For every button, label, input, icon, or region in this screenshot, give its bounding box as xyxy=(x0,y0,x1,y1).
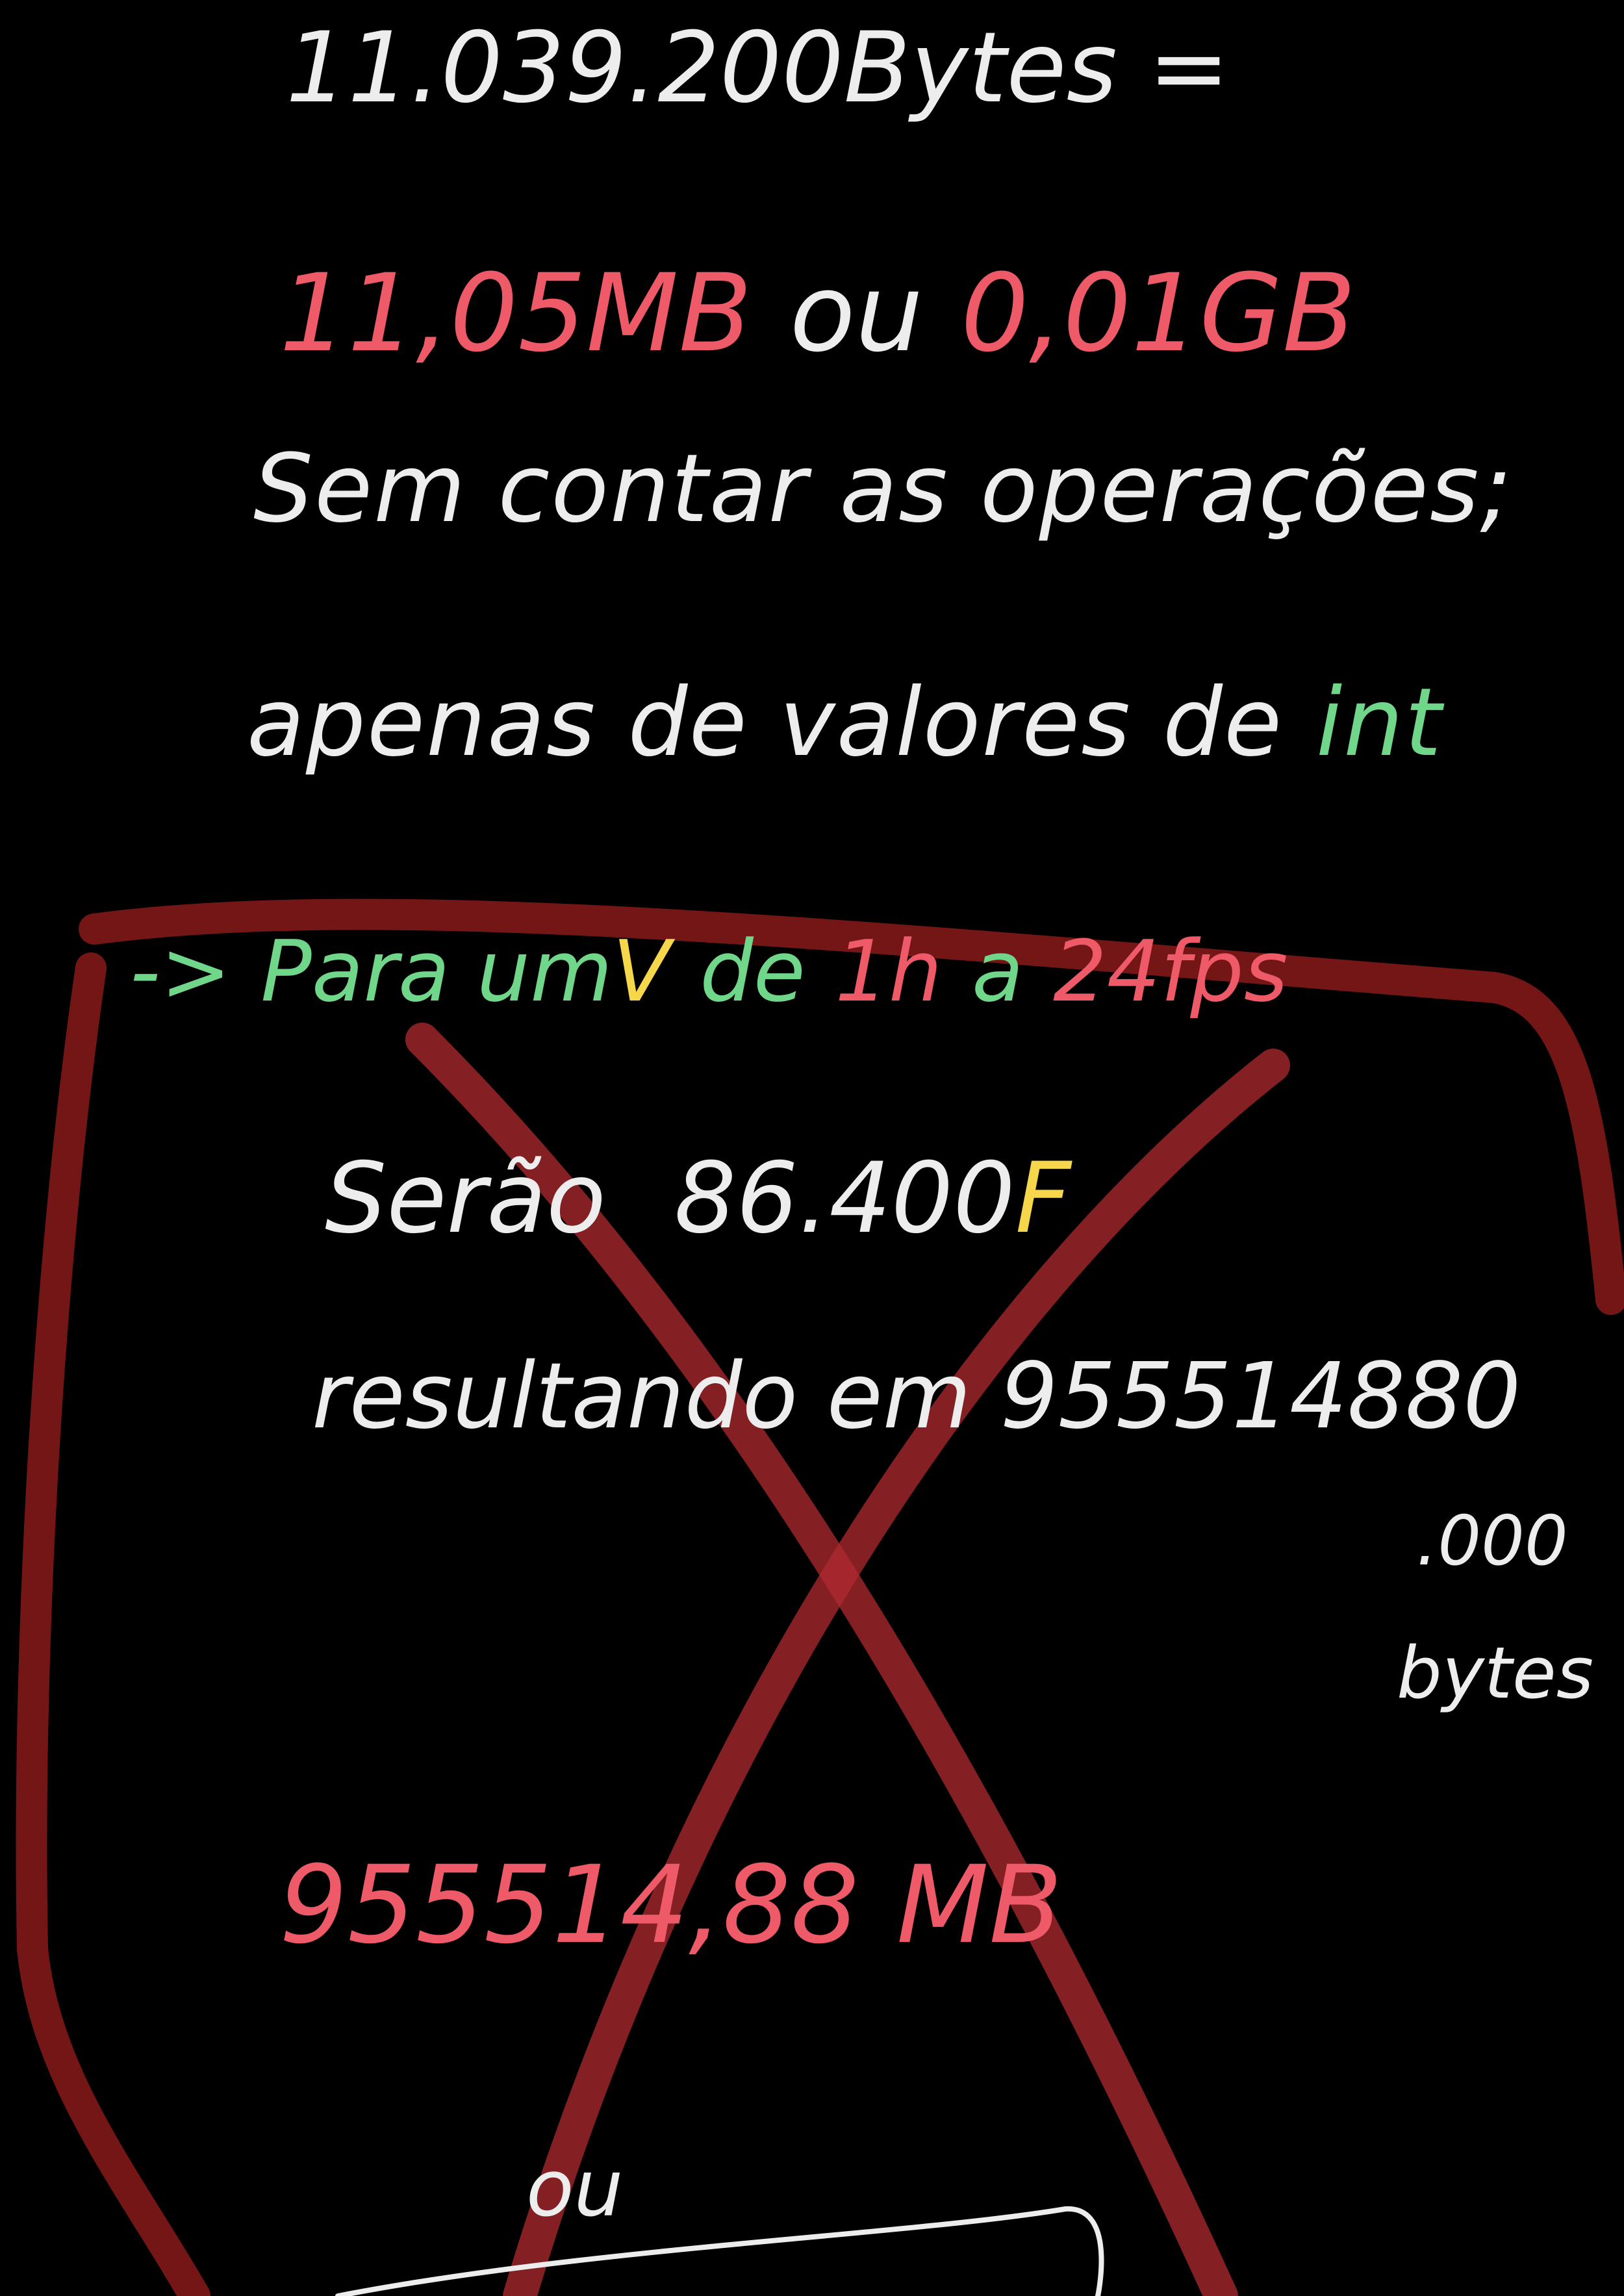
framerate-text: 24fps xyxy=(1053,922,1288,1021)
size-in-gb: 0,01GB xyxy=(960,251,1356,376)
a-text: a xyxy=(971,922,1024,1021)
handwritten-note-canvas: 11.039.200Bytes = 11,05MB ou 0,01GB Sem co… xyxy=(0,0,1624,2296)
int-values-text: apenas de valores de xyxy=(247,668,1284,778)
result-bytes-suffix: .000 xyxy=(1416,1501,1568,1581)
int-keyword: int xyxy=(1315,668,1443,778)
result-mb-line: 955514,88 MB xyxy=(279,1852,1063,1959)
video-letter: V xyxy=(612,922,670,1021)
without-operations-line: Sem contar as operações; xyxy=(253,434,1514,544)
de-text: de xyxy=(700,922,806,1021)
total-bytes-line: 11.039.200Bytes = xyxy=(286,12,1230,125)
arrow-marker: -> xyxy=(130,922,231,1021)
or-word-bottom: ou xyxy=(526,2144,624,2234)
int-values-line: apenas de valores de int xyxy=(247,676,1443,770)
result-mb-unit: MB xyxy=(896,1843,1063,1967)
bytes-unit: bytes xyxy=(1397,1631,1594,1715)
underline-loop-stroke xyxy=(335,2206,1104,2296)
para-um-text: Para um xyxy=(260,922,613,1021)
frame-count-value: 86.400 xyxy=(674,1142,1015,1255)
video-heading-line: -> Para umV de 1h a 24fps xyxy=(130,929,1288,1014)
or-word: ou xyxy=(789,251,924,376)
duration-text: 1h xyxy=(835,922,943,1021)
bracket-left-stroke xyxy=(16,952,210,2296)
result-mb-value: 955514,88 xyxy=(279,1843,859,1967)
frame-letter: F xyxy=(1015,1142,1072,1255)
serao-text: Serão xyxy=(325,1142,606,1255)
size-conversion-line: 11,05MB ou 0,01GB xyxy=(279,260,1356,367)
size-in-mb: 11,05MB xyxy=(279,251,752,376)
frame-count-line: Serão 86.400F xyxy=(325,1150,1071,1247)
result-bytes-line: resultando em 955514880 xyxy=(312,1344,1521,1449)
